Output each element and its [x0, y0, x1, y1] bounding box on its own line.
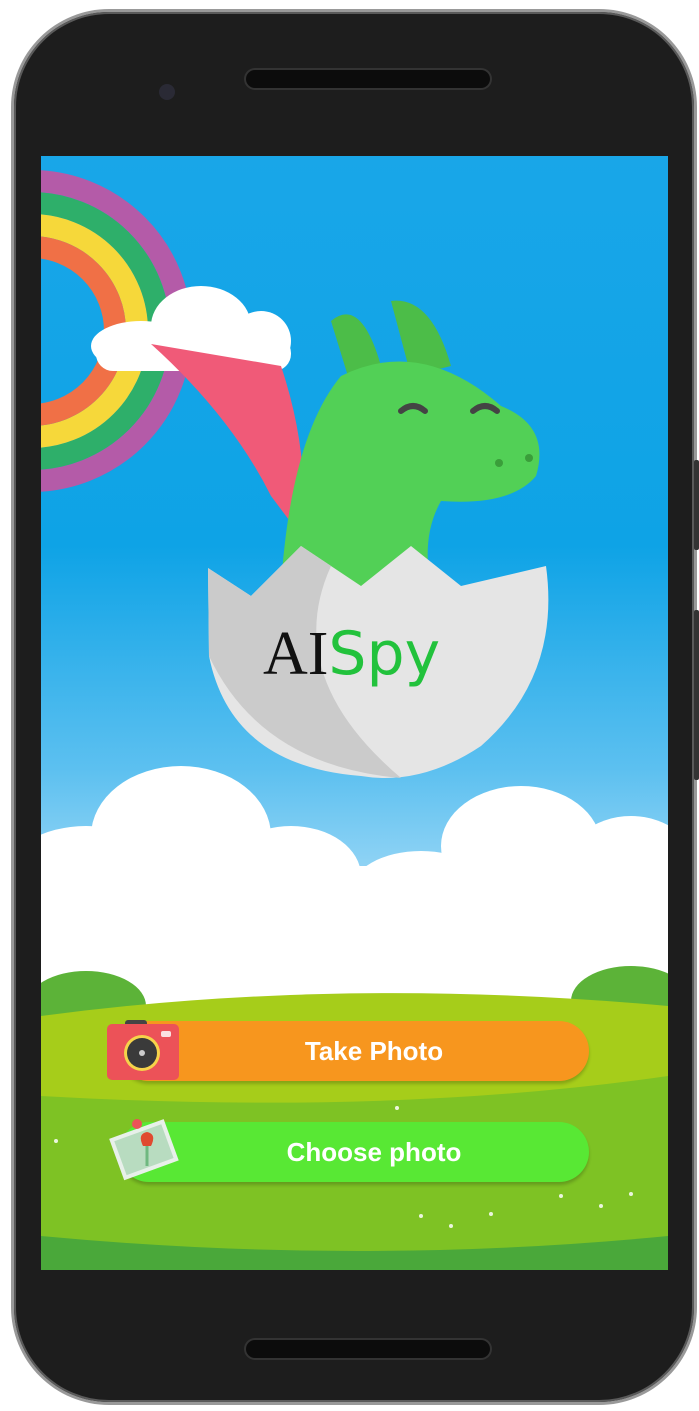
choose-photo-label: Choose photo: [286, 1136, 462, 1167]
logo-ai-text: AI: [263, 620, 329, 688]
background-illustration: [41, 170, 668, 1270]
power-button[interactable]: [694, 460, 699, 550]
logo-spy-text: Spy: [328, 619, 441, 689]
app-screen: AISpy Take Photo Choose photo: [41, 156, 668, 1270]
photo-gallery-icon: [109, 1119, 179, 1181]
camera-icon: [107, 1020, 179, 1080]
choose-photo-button[interactable]: Choose photo: [119, 1122, 589, 1182]
bottom-speaker: [246, 1340, 490, 1358]
app-logo: AISpy: [263, 618, 440, 690]
front-camera: [159, 84, 175, 100]
top-speaker: [246, 70, 490, 88]
take-photo-button[interactable]: Take Photo: [119, 1021, 589, 1081]
take-photo-label: Take Photo: [304, 1035, 444, 1066]
volume-buttons[interactable]: [694, 610, 699, 780]
